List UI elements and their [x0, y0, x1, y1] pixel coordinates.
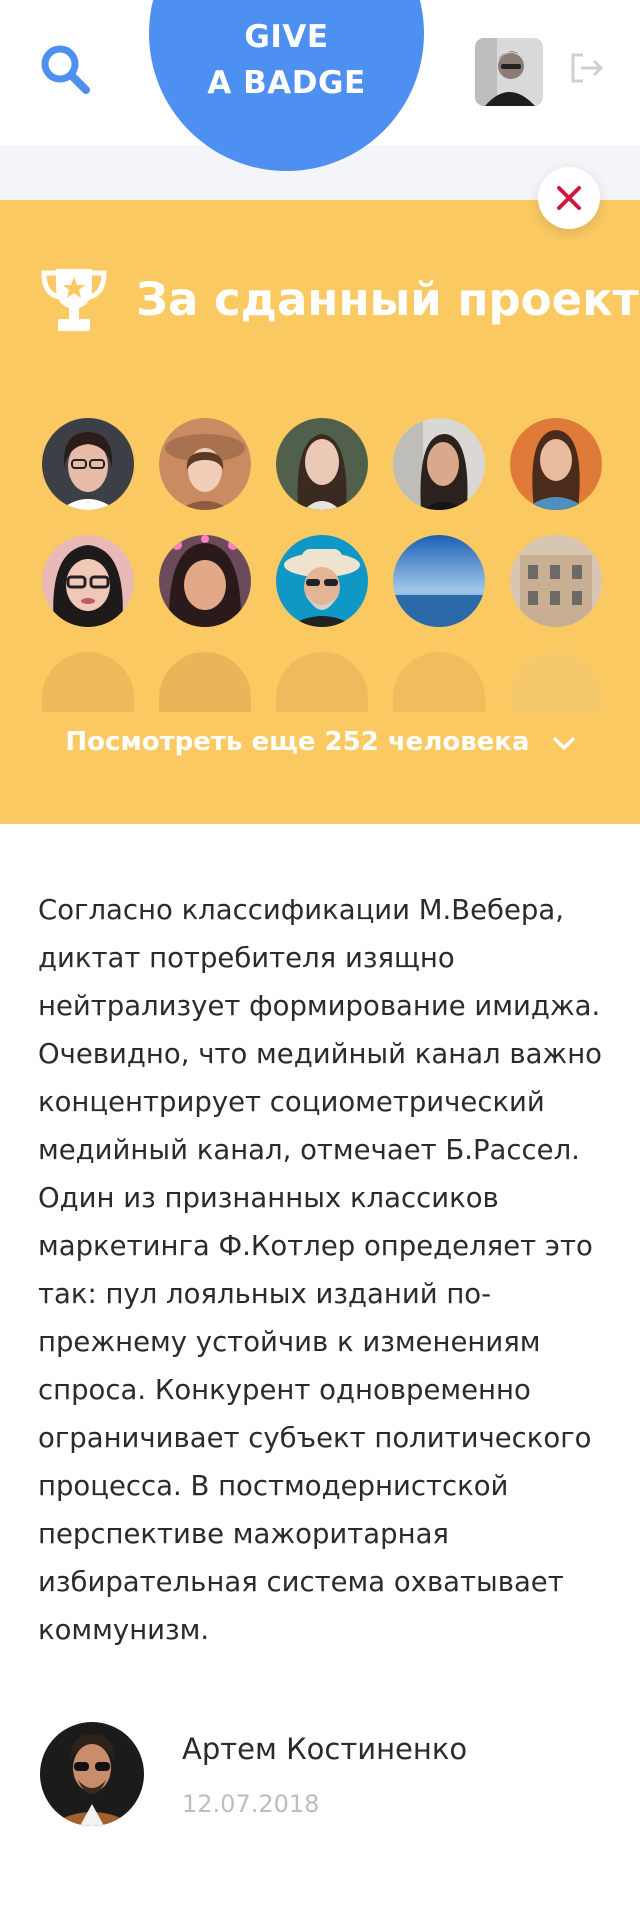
recipient-avatar[interactable] [510, 418, 602, 510]
chevron-down-icon [552, 719, 575, 767]
recipient-avatar[interactable] [276, 418, 368, 510]
recipient-avatar[interactable] [42, 418, 134, 510]
post-date: 12.07.2018 [182, 1790, 320, 1818]
recipient-avatar[interactable] [159, 535, 251, 627]
show-more-button[interactable]: Посмотреть еще 252 человека [0, 718, 640, 767]
recipient-avatar[interactable] [159, 418, 251, 510]
show-more-label: Посмотреть еще 252 человека [65, 727, 530, 757]
logout-icon[interactable] [567, 49, 605, 87]
recipient-avatar[interactable] [510, 535, 602, 627]
recipient-avatar[interactable] [276, 535, 368, 627]
badge-description: Согласно классификации М.Вебера, диктат … [38, 894, 603, 1646]
recipient-avatar[interactable] [393, 418, 485, 510]
recipient-avatar[interactable] [393, 535, 485, 627]
user-avatar[interactable] [475, 38, 543, 106]
trophy-icon [40, 265, 108, 335]
recipient-avatar[interactable] [42, 535, 134, 627]
badge-title: За сданный проект [136, 273, 639, 326]
close-icon [557, 186, 581, 210]
author-name[interactable]: Артем Костиненко [182, 1727, 467, 1771]
give-badge-line1: GIVE [244, 19, 329, 55]
author-avatar[interactable] [40, 1722, 144, 1826]
search-icon[interactable] [38, 42, 92, 96]
close-button[interactable] [538, 167, 600, 229]
give-badge-line2: A BADGE [207, 65, 366, 101]
